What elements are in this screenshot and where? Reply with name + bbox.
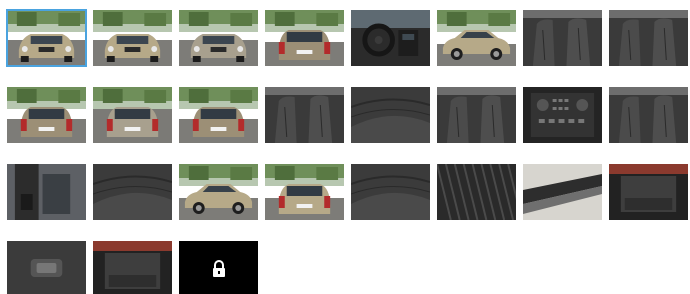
photo-thumbnail[interactable] bbox=[609, 164, 688, 220]
photo-thumbnail[interactable] bbox=[265, 164, 344, 220]
photo-thumbnail[interactable] bbox=[7, 241, 86, 294]
photo-image bbox=[265, 164, 344, 220]
lock-icon bbox=[211, 260, 227, 278]
photo-thumbnail[interactable] bbox=[523, 164, 602, 220]
photo-image bbox=[93, 164, 172, 220]
photo-thumbnail[interactable] bbox=[523, 87, 602, 143]
photo-image bbox=[609, 10, 688, 66]
photo-thumbnail[interactable] bbox=[265, 87, 344, 143]
photo-thumbnail[interactable] bbox=[351, 164, 430, 220]
photo-thumbnail[interactable] bbox=[609, 87, 688, 143]
photo-image bbox=[437, 164, 516, 220]
photo-image bbox=[7, 241, 86, 294]
photo-thumbnail[interactable] bbox=[351, 10, 430, 66]
photo-image bbox=[7, 10, 86, 66]
photo-image bbox=[351, 10, 430, 66]
photo-thumbnail[interactable] bbox=[93, 87, 172, 143]
photo-thumbnail[interactable] bbox=[523, 10, 602, 66]
photo-thumbnail[interactable] bbox=[437, 10, 516, 66]
photo-thumbnail[interactable] bbox=[93, 10, 172, 66]
photo-image bbox=[523, 164, 602, 220]
photo-thumbnail[interactable] bbox=[93, 241, 172, 294]
photo-image bbox=[609, 87, 688, 143]
photo-thumbnail[interactable] bbox=[7, 87, 86, 143]
photo-image bbox=[609, 164, 688, 220]
photo-image bbox=[265, 87, 344, 143]
photo-thumbnail[interactable] bbox=[179, 87, 258, 143]
photo-image bbox=[7, 164, 86, 220]
photo-image bbox=[93, 10, 172, 66]
photo-thumbnail[interactable] bbox=[437, 87, 516, 143]
photo-image bbox=[523, 10, 602, 66]
photo-image bbox=[351, 164, 430, 220]
photo-image bbox=[265, 10, 344, 66]
photo-image bbox=[179, 164, 258, 220]
photo-thumbnail[interactable] bbox=[179, 164, 258, 220]
photo-thumbnail[interactable] bbox=[437, 164, 516, 220]
photo-image bbox=[437, 87, 516, 143]
photo-image bbox=[93, 241, 172, 294]
photo-thumbnail[interactable] bbox=[265, 10, 344, 66]
photo-image bbox=[523, 87, 602, 143]
photo-image bbox=[93, 87, 172, 143]
photo-thumbnail[interactable] bbox=[93, 164, 172, 220]
photo-image bbox=[179, 87, 258, 143]
photo-thumbnail[interactable] bbox=[7, 164, 86, 220]
photo-image bbox=[179, 10, 258, 66]
photo-image bbox=[7, 87, 86, 143]
photo-gallery bbox=[0, 0, 690, 294]
photo-thumbnail[interactable] bbox=[179, 10, 258, 66]
photo-image bbox=[437, 10, 516, 66]
photo-thumbnail[interactable] bbox=[351, 87, 430, 143]
locked-photo-thumbnail[interactable] bbox=[179, 241, 258, 294]
photo-thumbnail[interactable] bbox=[609, 10, 688, 66]
photo-image bbox=[351, 87, 430, 143]
photo-thumbnail[interactable] bbox=[6, 9, 87, 67]
